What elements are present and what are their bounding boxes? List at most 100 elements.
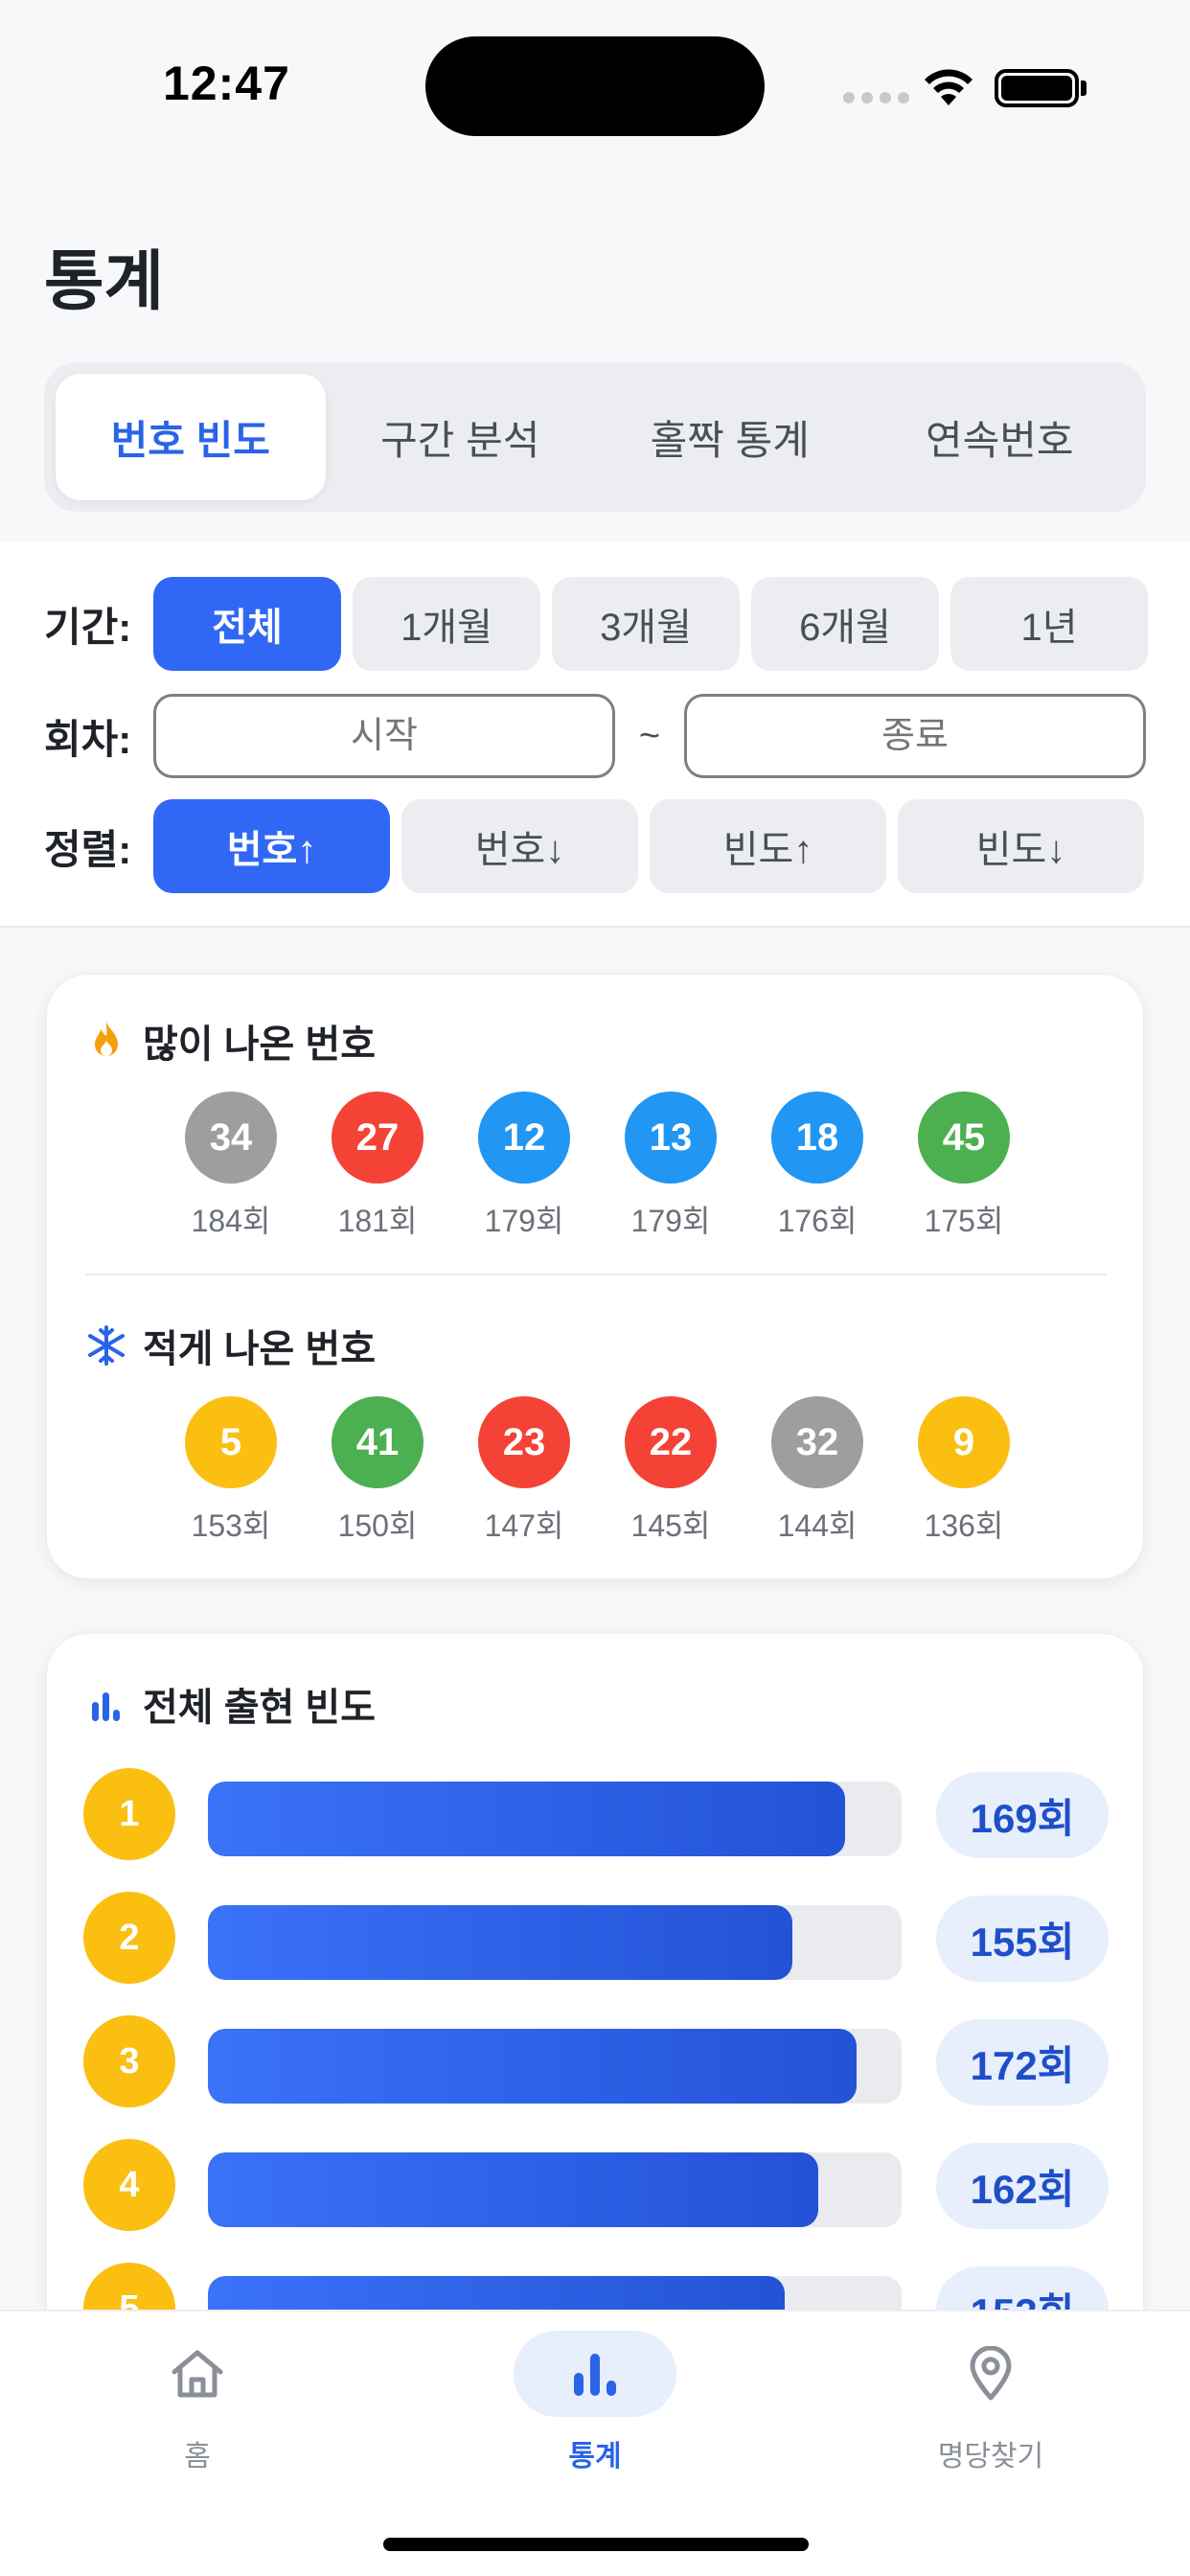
- tab-range-analysis[interactable]: 구간 분석: [326, 374, 596, 500]
- sort-number-desc-button[interactable]: 번호↓: [401, 799, 638, 893]
- tab-number-frequency[interactable]: 번호 빈도: [56, 374, 326, 500]
- lotto-ball: 32: [771, 1396, 863, 1488]
- nav-store-finder[interactable]: 명당찾기: [876, 2331, 1106, 2474]
- cellular-signal-icon: [843, 92, 909, 104]
- snowflake-icon: [88, 1325, 125, 1366]
- frequency-number-ball: 1: [83, 1768, 175, 1860]
- overall-frequency-title: 전체 출현 빈도: [143, 1687, 377, 1729]
- tab-consecutive[interactable]: 연속번호: [865, 374, 1135, 500]
- nav-stats[interactable]: 통계: [480, 2331, 710, 2474]
- location-pin-icon: [970, 2346, 1012, 2401]
- ball-item[interactable]: 34 184회: [185, 1092, 277, 1241]
- period-1month-button[interactable]: 1개월: [353, 577, 540, 671]
- frequency-bar-fill: [208, 1905, 792, 1980]
- ball-item[interactable]: 27 181회: [332, 1092, 423, 1241]
- frequency-bar-fill: [208, 1782, 845, 1856]
- ball-count: 181회: [337, 1204, 418, 1238]
- ball-item[interactable]: 5 153회: [185, 1396, 277, 1546]
- sort-number-asc-button[interactable]: 번호↑: [153, 799, 390, 893]
- frequency-count-badge: 162회: [936, 2143, 1109, 2229]
- sort-frequency-desc-button[interactable]: 빈도↓: [898, 799, 1144, 893]
- ball-item[interactable]: 13 179회: [625, 1092, 717, 1241]
- frequency-count-badge: 172회: [936, 2019, 1109, 2105]
- ball-count: 150회: [337, 1508, 418, 1543]
- ball-count: 175회: [924, 1204, 1004, 1238]
- least-frequent-title: 적게 나온 번호: [143, 1328, 377, 1370]
- frequency-bar-track: [208, 2152, 902, 2227]
- dynamic-island: [425, 36, 765, 136]
- nav-home[interactable]: 홈: [82, 2331, 312, 2474]
- nav-stats-icon-wrap: [514, 2331, 676, 2417]
- round-end-input[interactable]: [684, 694, 1146, 778]
- wifi-icon: [925, 69, 973, 105]
- status-bar: 12:47: [0, 0, 1190, 172]
- ball-item[interactable]: 18 176회: [771, 1092, 863, 1241]
- frequency-row[interactable]: 1 169회: [83, 1768, 1109, 1860]
- round-label: 회차:: [44, 716, 132, 762]
- ball-item[interactable]: 32 144회: [771, 1396, 863, 1546]
- ball-item[interactable]: 41 150회: [332, 1396, 423, 1546]
- lotto-ball: 34: [185, 1092, 277, 1184]
- lotto-ball: 13: [625, 1092, 717, 1184]
- lotto-ball: 5: [185, 1396, 277, 1488]
- frequency-bar-track: [208, 1905, 902, 1980]
- nav-store-finder-icon-wrap: [909, 2331, 1072, 2417]
- nav-home-icon-wrap: [116, 2331, 279, 2417]
- lotto-ball: 27: [332, 1092, 423, 1184]
- period-6month-button[interactable]: 6개월: [751, 577, 939, 671]
- frequency-number-ball: 4: [83, 2139, 175, 2231]
- bottom-navigation: 홈 통계 명당찾기: [0, 2310, 1190, 2576]
- filter-panel: 기간: 전체 1개월 3개월 6개월 1년 회차: ~ 정렬: 번호↑ 번호↓ …: [0, 542, 1190, 928]
- frequency-row[interactable]: 2 155회: [83, 1892, 1109, 1984]
- ball-item[interactable]: 9 136회: [918, 1396, 1010, 1546]
- ball-item[interactable]: 45 175회: [918, 1092, 1010, 1241]
- battery-tip: [1081, 80, 1087, 96]
- frequency-number-ball: 2: [83, 1892, 175, 1984]
- lotto-ball: 41: [332, 1396, 423, 1488]
- bar-chart-icon: [92, 1692, 120, 1721]
- frequency-row[interactable]: 3 172회: [83, 2015, 1109, 2107]
- period-3month-button[interactable]: 3개월: [552, 577, 740, 671]
- least-frequent-balls: 5 153회 41 150회 23 147회 22 145회 32 144회 9 136회: [185, 1396, 1010, 1546]
- home-icon: [172, 2350, 223, 2398]
- sort-frequency-asc-button[interactable]: 빈도↑: [650, 799, 886, 893]
- sort-filter: 정렬: 번호↑ 번호↓ 빈도↑ 빈도↓: [44, 799, 1144, 893]
- round-separator: ~: [638, 715, 661, 756]
- period-label: 기간:: [44, 604, 132, 650]
- lotto-ball: 9: [918, 1396, 1010, 1488]
- ball-item[interactable]: 22 145회: [625, 1396, 717, 1546]
- period-all-button[interactable]: 전체: [153, 577, 341, 671]
- frequency-number-ball: 3: [83, 2015, 175, 2107]
- sort-label: 정렬:: [44, 826, 132, 872]
- stats-icon: [574, 2354, 616, 2396]
- most-frequent-title: 많이 나온 번호: [143, 1024, 377, 1066]
- most-frequent-balls: 34 184회 27 181회 12 179회 13 179회 18 176회 45 175…: [185, 1092, 1010, 1241]
- frequency-bar-track: [208, 2029, 902, 2104]
- frequency-row[interactable]: 4 162회: [83, 2139, 1109, 2231]
- stats-tab-bar: 번호 빈도 구간 분석 홀짝 통계 연속번호: [44, 362, 1146, 512]
- tab-odd-even[interactable]: 홀짝 통계: [595, 374, 865, 500]
- lotto-ball: 22: [625, 1396, 717, 1488]
- ball-item[interactable]: 23 147회: [478, 1396, 570, 1546]
- overall-frequency-card: 전체 출현 빈도 1 169회 2 155회 3 172회 4 162회 5 1…: [46, 1633, 1144, 2361]
- fire-icon: [95, 1022, 118, 1056]
- status-time: 12:47: [163, 57, 290, 110]
- frequency-bar-fill: [208, 2029, 857, 2104]
- frequency-bar-track: [208, 1782, 902, 1856]
- ball-count: 136회: [924, 1508, 1004, 1543]
- ball-count: 184회: [191, 1204, 271, 1238]
- period-1year-button[interactable]: 1년: [950, 577, 1148, 671]
- frequency-bar-fill: [208, 2152, 819, 2227]
- ball-count: 179회: [484, 1204, 564, 1238]
- round-start-input[interactable]: [153, 694, 615, 778]
- lotto-ball: 18: [771, 1092, 863, 1184]
- ball-count: 153회: [191, 1508, 271, 1543]
- home-indicator: [383, 2538, 809, 2551]
- ball-count: 145회: [630, 1508, 711, 1543]
- least-frequent-header: 적게 나온 번호: [87, 1318, 376, 1373]
- lotto-ball: 23: [478, 1396, 570, 1488]
- ball-count: 147회: [484, 1508, 564, 1543]
- round-filter: 회차: ~: [44, 694, 1146, 778]
- ball-item[interactable]: 12 179회: [478, 1092, 570, 1241]
- battery-icon: [995, 69, 1079, 107]
